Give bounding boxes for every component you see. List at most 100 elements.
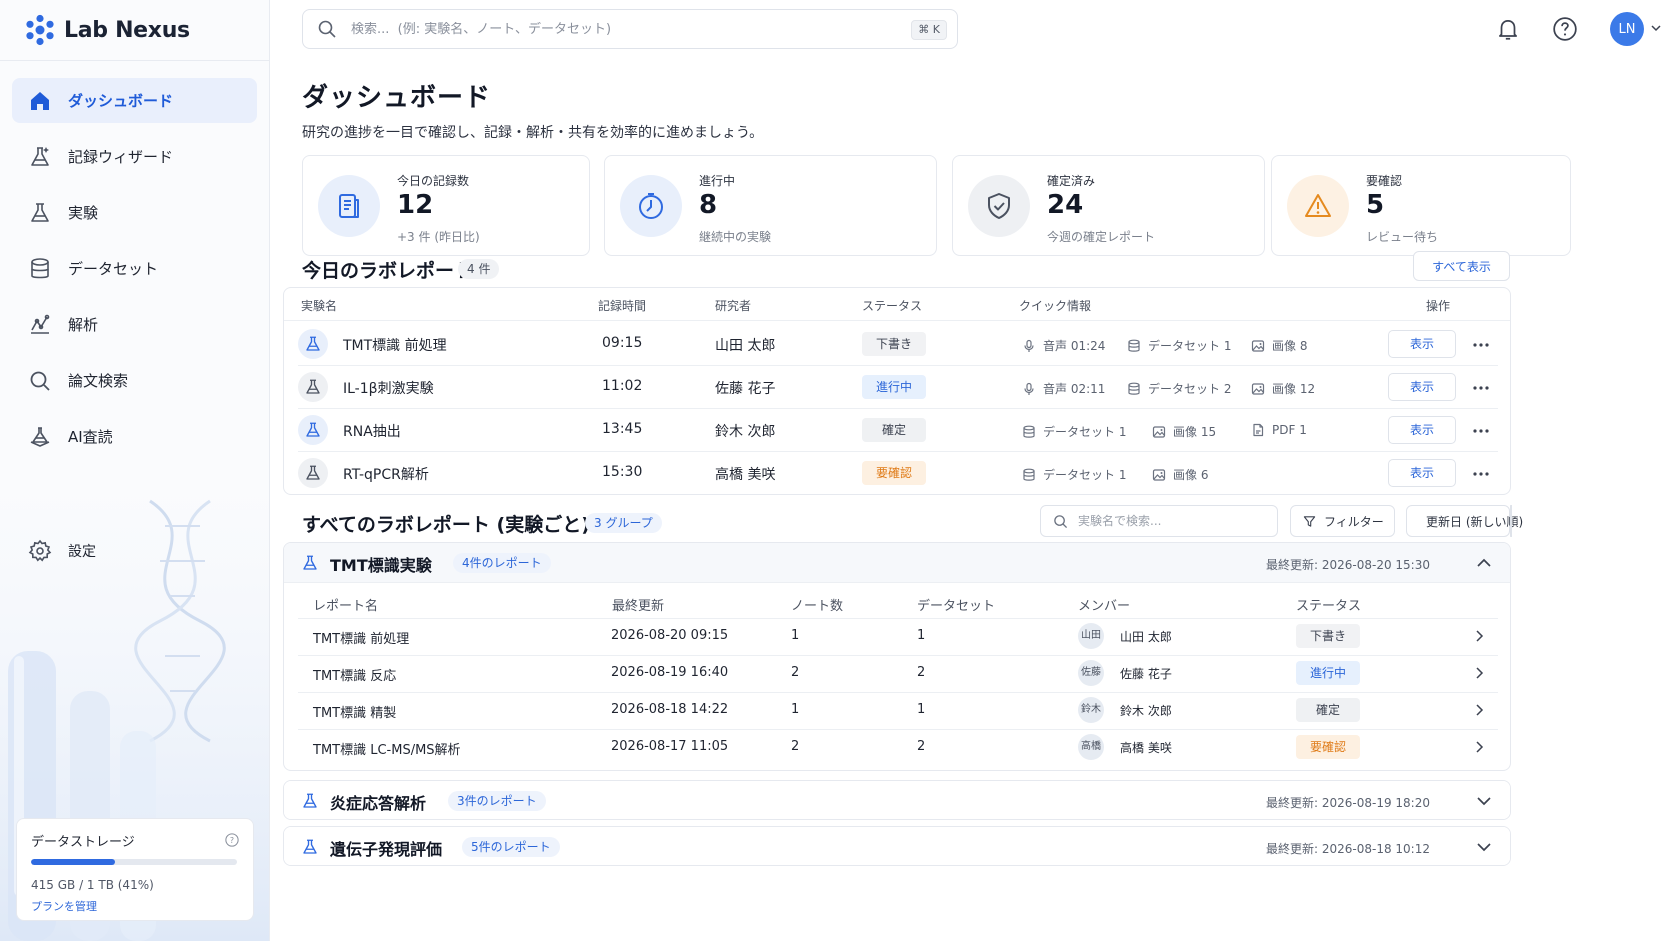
group-report-count: 5件のレポート bbox=[462, 837, 560, 857]
stat-card-confirmed[interactable]: 確定済み 24 今週の確定レポート bbox=[952, 155, 1265, 256]
top-bar: ⌘ K LN bbox=[270, 0, 1672, 60]
flask-icon bbox=[303, 839, 317, 854]
storage-title: データストレージ bbox=[31, 835, 135, 850]
member-name: 佐藤 花子 bbox=[1120, 667, 1172, 681]
sidebar-item-paper-search[interactable]: 論文検索 bbox=[12, 358, 257, 403]
researcher: 高橋 美咲 bbox=[715, 467, 776, 483]
manage-plan-link[interactable]: プランを管理 bbox=[31, 898, 239, 914]
stat-card-today-records[interactable]: 今日の記録数 12 +3 件 (昨日比) bbox=[302, 155, 590, 256]
report-group-tmt: TMT標識実験 4件のレポート 最終更新: 2026-08-20 15:30 レ… bbox=[283, 542, 1511, 771]
report-notes: 2 bbox=[791, 665, 800, 680]
chevron-down-icon[interactable] bbox=[1475, 792, 1493, 810]
view-button[interactable]: 表示 bbox=[1388, 330, 1456, 358]
chevron-right-icon[interactable] bbox=[1472, 666, 1486, 680]
sidebar-item-analysis[interactable]: 解析 bbox=[12, 302, 257, 347]
more-icon[interactable] bbox=[1471, 380, 1491, 396]
global-search[interactable]: ⌘ K bbox=[302, 9, 958, 49]
more-icon[interactable] bbox=[1471, 337, 1491, 353]
sidebar-item-datasets[interactable]: データセット bbox=[12, 246, 257, 291]
more-icon[interactable] bbox=[1471, 423, 1491, 439]
report-updated: 2026-08-17 11:05 bbox=[611, 739, 729, 754]
report-datasets: 1 bbox=[917, 628, 926, 643]
experiment-search[interactable] bbox=[1040, 505, 1278, 537]
experiment-name[interactable]: IL-1β刺激実験 bbox=[343, 378, 434, 398]
sort-divider-line bbox=[1511, 505, 1512, 537]
global-search-input[interactable] bbox=[351, 21, 871, 37]
sidebar-item-settings[interactable]: 設定 bbox=[12, 528, 257, 573]
brand-name: Lab Nexus bbox=[64, 17, 190, 43]
stat-note: +3 件 (昨日比) bbox=[397, 230, 480, 244]
sort-dropdown[interactable]: 更新日 (新しい順) bbox=[1406, 505, 1523, 537]
sidebar-item-record-wizard[interactable]: 記録ウィザード bbox=[12, 134, 257, 179]
chevron-right-icon[interactable] bbox=[1472, 629, 1486, 643]
help-icon[interactable] bbox=[1552, 16, 1578, 42]
header-divider bbox=[284, 320, 1510, 321]
view-button[interactable]: 表示 bbox=[1388, 459, 1456, 487]
stat-value: 5 bbox=[1366, 190, 1385, 220]
sidebar-item-dashboard[interactable]: ダッシュボード bbox=[12, 78, 257, 123]
view-button[interactable]: 表示 bbox=[1388, 373, 1456, 401]
report-name[interactable]: TMT標識 反応 bbox=[313, 665, 396, 684]
group-name: 炎症応答解析 bbox=[330, 794, 427, 813]
quick-info-pdf: PDF 1 bbox=[1251, 423, 1307, 437]
sidebar-divider bbox=[0, 60, 269, 61]
chevron-right-icon[interactable] bbox=[1472, 740, 1486, 754]
storage-progress-fill bbox=[31, 859, 116, 865]
group-name: 遺伝子発現評価 bbox=[330, 840, 443, 859]
chevron-up-icon[interactable] bbox=[1475, 554, 1493, 572]
gear-icon bbox=[28, 539, 52, 561]
sidebar-item-ai-review[interactable]: AI査読 bbox=[12, 414, 257, 459]
experiment-name[interactable]: RNA抽出 bbox=[343, 421, 401, 441]
row-divider bbox=[298, 408, 1498, 409]
stat-card-needs-review[interactable]: 要確認 5 レビュー待ち bbox=[1271, 155, 1571, 256]
stat-card-in-progress[interactable]: 進行中 8 継続中の実験 bbox=[604, 155, 937, 256]
filter-icon bbox=[1303, 515, 1316, 527]
flask-icon bbox=[298, 458, 328, 488]
researcher: 山田 太郎 bbox=[715, 338, 776, 354]
status-badge: 進行中 bbox=[862, 375, 926, 399]
column-header: クイック情報 bbox=[1019, 299, 1092, 313]
report-datasets: 2 bbox=[917, 739, 926, 754]
view-button[interactable]: 表示 bbox=[1388, 416, 1456, 444]
sidebar-item-label: 記録ウィザード bbox=[68, 148, 174, 166]
chevron-down-icon[interactable] bbox=[1475, 838, 1493, 856]
brand-logo[interactable]: Lab Nexus bbox=[24, 12, 190, 48]
shortcut-hint: ⌘ K bbox=[911, 20, 947, 40]
column-header: データセット bbox=[917, 599, 996, 614]
stat-note: レビュー待ち bbox=[1366, 230, 1439, 244]
chevron-right-icon[interactable] bbox=[1472, 703, 1486, 717]
status-badge: 要確認 bbox=[862, 461, 926, 485]
bell-icon[interactable] bbox=[1495, 16, 1521, 42]
user-avatar[interactable]: LN bbox=[1610, 12, 1644, 46]
experiment-name[interactable]: RT-qPCR解析 bbox=[343, 464, 429, 484]
researcher: 鈴木 次郎 bbox=[715, 424, 776, 440]
report-name[interactable]: TMT標識 前処理 bbox=[313, 628, 409, 647]
more-icon[interactable] bbox=[1471, 466, 1491, 482]
sidebar-item-experiments[interactable]: 実験 bbox=[12, 190, 257, 235]
view-all-button[interactable]: すべて表示 bbox=[1413, 251, 1510, 281]
sidebar-item-label: データセット bbox=[68, 260, 159, 278]
filter-button[interactable]: フィルター bbox=[1290, 505, 1395, 537]
stat-value: 8 bbox=[699, 190, 718, 220]
search-icon bbox=[30, 371, 50, 391]
chevron-down-icon[interactable] bbox=[1650, 22, 1662, 34]
main-content: ダッシュボード 研究の進捗を一目で確認し、記録・解析・共有を効率的に進めましょう… bbox=[270, 60, 1672, 941]
sidebar-item-label: 解析 bbox=[68, 316, 99, 334]
experiment-name[interactable]: TMT標識 前処理 bbox=[343, 335, 447, 355]
group-header[interactable]: 遺伝子発現評価 5件のレポート 最終更新: 2026-08-18 10:12 bbox=[284, 827, 1510, 865]
report-name[interactable]: TMT標識 LC-MS/MS解析 bbox=[313, 739, 461, 758]
group-header[interactable]: TMT標識実験 4件のレポート 最終更新: 2026-08-20 15:30 bbox=[284, 543, 1510, 583]
experiment-search-input[interactable] bbox=[1078, 514, 1238, 528]
group-header[interactable]: 炎症応答解析 3件のレポート 最終更新: 2026-08-19 18:20 bbox=[284, 781, 1510, 819]
molecule-logo-icon bbox=[26, 14, 54, 46]
member-name: 高橋 美咲 bbox=[1120, 741, 1172, 755]
report-group-gene-expression: 遺伝子発現評価 5件のレポート 最終更新: 2026-08-18 10:12 bbox=[283, 826, 1511, 866]
database-icon bbox=[1023, 468, 1035, 481]
image-icon bbox=[1152, 468, 1166, 481]
stat-icon-wrap bbox=[968, 175, 1030, 237]
row-divider bbox=[298, 365, 1498, 366]
report-name[interactable]: TMT標識 精製 bbox=[313, 702, 396, 721]
help-icon[interactable]: ? bbox=[225, 833, 239, 847]
flask-icon bbox=[303, 555, 317, 570]
quick-info-audio: 音声 01:24 bbox=[1022, 337, 1105, 354]
